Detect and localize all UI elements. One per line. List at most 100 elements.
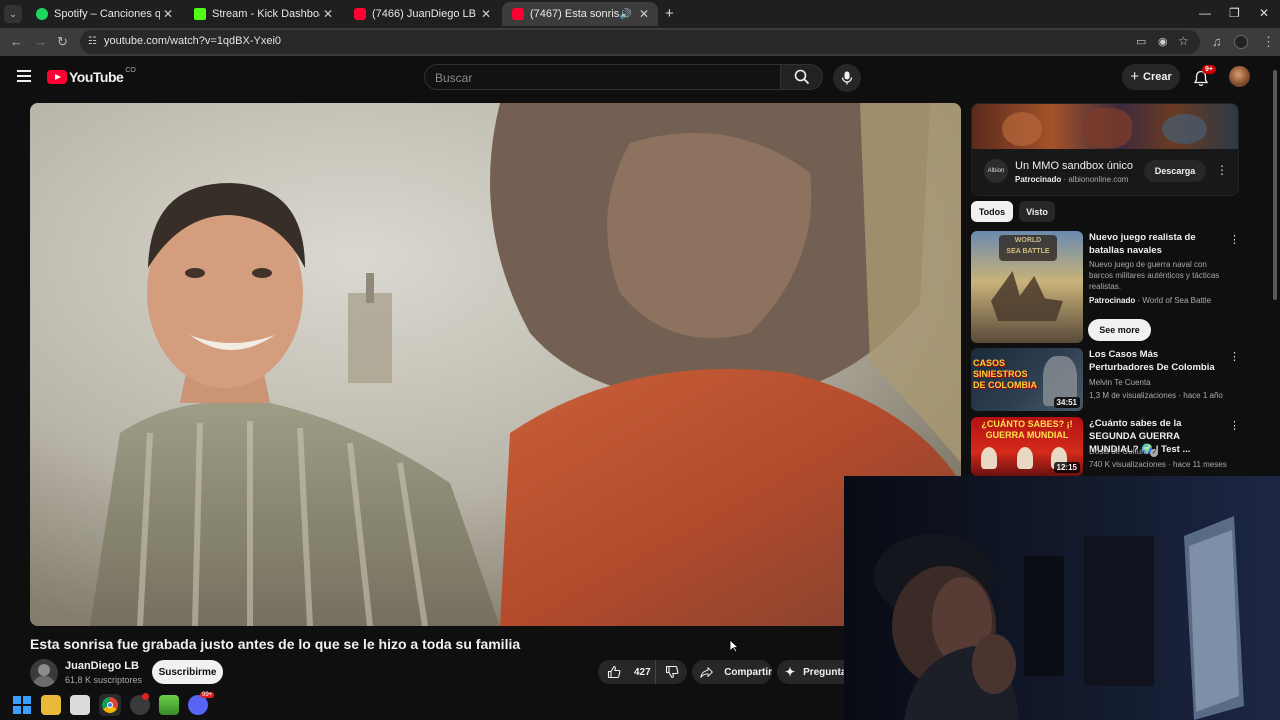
obs-icon[interactable] [130,693,150,715]
see-more-button[interactable]: See more [1088,319,1151,341]
app-icon[interactable] [70,695,90,715]
youtube-logo[interactable]: YouTube CO [47,66,136,85]
like-button[interactable]: 427 [598,660,656,684]
recommendation-item[interactable]: ¿CUÁNTO SABES? ¡! GUERRA MUNDIAL 12:15 ¿… [971,417,1240,476]
forward-icon[interactable]: → [34,35,47,49]
recommendation-item[interactable]: CASOS SINIESTROS DE COLOMBIA 34:51 Los C… [971,348,1240,411]
subscriber-count: 61,8 K suscriptores [65,675,143,685]
tab-title: (7466) JuanDiego LB - YouTube [372,8,478,20]
video-duration: 34:51 [1053,397,1080,408]
video-title: Esta sonrisa fue grabada justo antes de … [30,636,521,652]
tab-kick[interactable]: Stream - Kick Dashboard ✕ [184,2,342,26]
recommendation-menu-icon[interactable]: ⋮ [1229,233,1240,246]
subscribe-label: Suscribirme [158,666,217,678]
search-button[interactable] [781,64,823,90]
tab-search-icon[interactable]: ⌄ [4,5,22,23]
youtube-header: YouTube CO Buscar + Crear 9+ [0,56,1280,100]
hamburger-menu-icon[interactable] [17,70,31,82]
ad-banner-image [972,104,1238,149]
logo-text: YouTube [69,69,124,85]
youtube-play-icon [47,70,67,84]
video-thumbnail[interactable]: ¿CUÁNTO SABES? ¡! GUERRA MUNDIAL 12:15 [971,417,1083,476]
page-scrollbar[interactable] [1273,70,1277,300]
share-label: Compartir [724,666,772,678]
reload-icon[interactable]: ↻ [57,35,68,49]
dislike-button[interactable] [656,660,687,684]
more-menu-icon[interactable]: ⋮ [1262,35,1275,49]
eye-off-icon[interactable]: ◉ [1158,35,1168,48]
create-button[interactable]: + Crear [1122,64,1180,90]
share-button[interactable]: Compartir [692,660,772,684]
recommendation-menu-icon[interactable]: ⋮ [1229,350,1240,363]
minimize-icon[interactable]: — [1199,6,1211,20]
notifications-button[interactable]: 9+ [1192,65,1216,88]
discord-icon[interactable]: 99+ [188,692,215,715]
download-button[interactable]: Descarga [1144,160,1206,182]
site-info-icon[interactable]: ☷ [88,36,97,47]
channel-avatar[interactable] [30,659,58,687]
video-thumbnail[interactable]: CASOS SINIESTROS DE COLOMBIA 34:51 [971,348,1083,411]
sponsored-ad-card[interactable]: Albion Un MMO sandbox único Patrocinado … [971,103,1239,196]
thumbnail-text: CASOS SINIESTROS DE COLOMBIA [973,358,1037,390]
media-controls-icon[interactable]: ♫ [1212,35,1222,49]
close-tab-icon[interactable]: ✕ [636,7,652,21]
sparkle-icon: ✦ [785,665,796,679]
notification-badge: 9+ [1202,65,1216,74]
tab-title: Spotify – Canciones que te gusta [54,8,160,20]
recommendation-meta: 1,3 M de visualizaciones · hace 1 año [1089,391,1223,400]
new-tab-icon[interactable]: + [665,5,674,22]
account-avatar[interactable] [1229,66,1250,87]
address-bar[interactable]: ☷ youtube.com/watch?v=1qdBX-Yxei0 ▭ ◉ ☆ [80,30,1200,54]
albion-logo: Albion [984,159,1008,183]
recommendation-meta: 740 K visualizaciones · hace 11 meses [1089,460,1227,469]
browser-toolbar: ← → ↻ ☷ youtube.com/watch?v=1qdBX-Yxei0 … [0,28,1280,56]
recommendation-item[interactable]: WORLD SEA BATTLE Nuevo juego realista de … [971,231,1240,343]
tab-youtube-video[interactable]: (7467) Esta sonrisa fue grab 🔊 ✕ [502,2,658,26]
tab-youtube-channel[interactable]: (7466) JuanDiego LB - YouTube ✕ [344,2,500,26]
subscribe-button[interactable]: Suscribirme [152,660,223,684]
recommendation-description: Nuevo juego de guerra naval con barcos m… [1089,260,1220,291]
video-frame [30,103,961,626]
search-placeholder: Buscar [435,71,473,85]
region-code: CO [125,66,136,74]
url-text: youtube.com/watch?v=1qdBX-Yxei0 [104,35,282,47]
share-icon [700,666,713,678]
create-label: Crear [1143,71,1172,83]
cast-icon[interactable]: ▭ [1136,35,1146,48]
like-count: 427 [634,666,651,678]
profile-avatar[interactable] [1234,35,1248,49]
tab-spotify[interactable]: Spotify – Canciones que te gusta ✕ [26,2,182,26]
restore-icon[interactable]: ❐ [1229,6,1240,20]
search-input[interactable]: Buscar [424,64,781,90]
video-player[interactable] [30,103,961,626]
close-tab-icon[interactable]: ✕ [478,7,494,21]
app-stack-icon[interactable] [159,695,179,715]
plus-icon: + [1130,68,1139,85]
webcam-overlay [844,476,1280,720]
recommendation-sponsor: Patrocinado · World of Sea Battle [1089,296,1212,305]
windows-start-icon[interactable] [12,695,32,715]
thumbnail-text: ¿CUÁNTO SABES? ¡! GUERRA MUNDIAL [981,419,1073,440]
voice-search-button[interactable] [833,64,861,92]
bookmark-star-icon[interactable]: ☆ [1178,34,1189,48]
chrome-icon[interactable] [99,694,121,716]
youtube-icon [354,8,366,20]
like-dislike-group: 427 [598,660,687,684]
speaker-icon[interactable]: 🔊 [620,9,632,20]
chip-all[interactable]: Todos [971,201,1013,222]
webcam-feed [844,476,1280,720]
tab-title: Stream - Kick Dashboard [212,8,320,20]
close-tab-icon[interactable]: ✕ [320,7,336,21]
close-tab-icon[interactable]: ✕ [160,7,176,21]
verified-icon: ✓ [1150,449,1159,457]
file-explorer-icon[interactable] [41,695,61,715]
back-icon[interactable]: ← [10,35,23,49]
chip-watched[interactable]: Visto [1019,201,1055,222]
channel-name[interactable]: JuanDiego LB [65,660,139,672]
mouse-cursor [729,639,740,658]
ad-menu-icon[interactable]: ⋮ [1216,163,1228,177]
recommendation-menu-icon[interactable]: ⋮ [1229,419,1240,432]
video-thumbnail[interactable]: WORLD SEA BATTLE [971,231,1083,343]
close-window-icon[interactable]: ✕ [1259,6,1269,20]
kick-icon [194,8,206,20]
